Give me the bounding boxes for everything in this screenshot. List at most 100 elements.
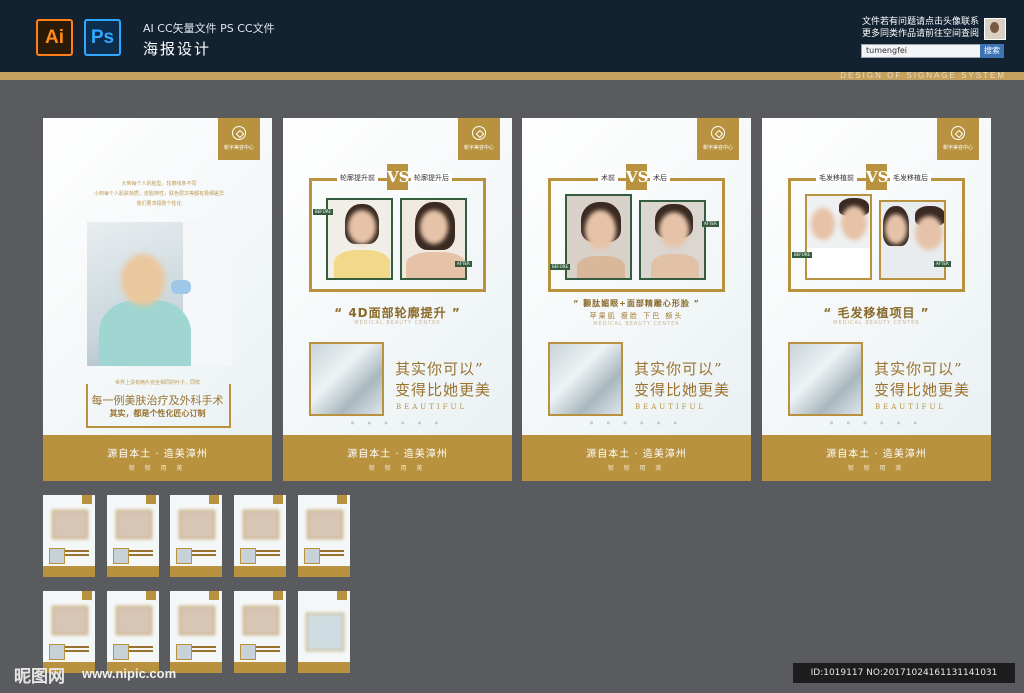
center-logo-icon <box>472 126 486 140</box>
slogan-line-1: 其实你可以” <box>634 360 723 378</box>
badge-text: 新宇美容中心 <box>463 145 494 151</box>
poster-3: 新宇美容中心 术前 VS 术后 BEFORE AFTER “ 颧肽媚眼+面部精雕… <box>522 118 751 481</box>
dot-row: ● ● ● ● ● ● <box>829 420 924 425</box>
image-id-box: ID:1019117 NO:20171024161131141031 <box>793 663 1015 683</box>
contact-info: 文件若有问题请点击头像联系 更多同类作品请前往空间查阅 <box>862 16 979 40</box>
patient-blurred-face <box>121 254 165 306</box>
poster-footer: 源自本土 · 造美漳州 韧 韧 用 美 <box>762 435 991 481</box>
before-label: 轮廓提升前 <box>337 173 378 183</box>
patient-body <box>99 300 191 366</box>
neck-shape <box>577 256 625 278</box>
doctor-glove <box>171 280 191 294</box>
mirror-graphic <box>309 342 384 416</box>
center-english-name: MEDICAL BEAUTY CENTER <box>354 320 441 326</box>
before-label: 毛发移植前 <box>816 173 857 183</box>
footer-slogan: 源自本土 · 造美漳州 <box>107 449 208 460</box>
footer-slogan: 源自本土 · 造美漳州 <box>586 449 687 460</box>
poster-2: 新宇美容中心 轮廓提升前 VS 轮廓提升后 BEFORE AFTER “ 4D面… <box>283 118 512 481</box>
slogan-line-2: 变得比她更美 <box>395 381 492 399</box>
before-tag: BEFORE <box>313 209 334 215</box>
nipic-logo: 昵图网 <box>14 667 65 687</box>
blurred-face-right <box>915 216 943 250</box>
beautiful-word: BEAUTIFUL <box>635 403 707 411</box>
poster-thumbnail[interactable] <box>107 495 159 577</box>
photoshop-icon: Ps <box>84 19 121 56</box>
center-english-name: MEDICAL BEAUTY CENTER <box>593 321 680 327</box>
poster-thumbnail[interactable] <box>107 591 159 673</box>
search-input[interactable]: tumengfei <box>861 44 983 58</box>
treatment-photo <box>87 222 232 366</box>
beautiful-word: BEAUTIFUL <box>396 403 468 411</box>
design-banner-text: DESIGN OF SIGNAGE SYSTEM <box>840 71 1006 80</box>
project-title: “ 毛发移植项目 ” <box>823 306 930 320</box>
poster-1: 新宇美容中心 大到每个人的脸型，轮廓线条不同 小到每个人肌肤特质，皮脂特性，肤色… <box>43 118 272 481</box>
search-button[interactable]: 搜索 <box>980 44 1004 58</box>
after-tag: AFTER <box>934 261 951 267</box>
poster-thumbnail[interactable] <box>170 591 222 673</box>
poster-thumbnail[interactable] <box>298 591 350 673</box>
center-badge: 新宇美容中心 <box>458 118 500 160</box>
poster-thumbnail[interactable] <box>234 591 286 673</box>
poster-thumbnail[interactable] <box>43 591 95 673</box>
poster-footer: 源自本土 · 造美漳州 韧 韧 用 美 <box>283 435 512 481</box>
poster-thumbnail[interactable] <box>170 495 222 577</box>
project-title: “ 颧肽媚眼+面部精雕心形脸 ” <box>573 299 700 308</box>
poster-thumbnail[interactable] <box>234 495 286 577</box>
center-badge: 新宇美容中心 <box>937 118 979 160</box>
blurred-face <box>659 212 689 248</box>
blurred-face-right <box>841 206 867 240</box>
blurred-face-left <box>811 208 835 240</box>
slogan-line-1: 其实你可以” <box>395 360 484 378</box>
shirt-shape <box>334 250 390 278</box>
after-photo <box>400 198 467 280</box>
blurred-face-left <box>885 214 907 244</box>
poster-footer: 源自本土 · 造美漳州 韧 韧 用 美 <box>522 435 751 481</box>
footer-subtext: 韧 韧 用 美 <box>607 465 666 472</box>
headline-line-2: 其实，都是个性化匠心订制 <box>109 409 206 418</box>
center-logo-icon <box>232 126 246 140</box>
after-tag: AFTER <box>455 261 472 267</box>
slogan-line-2: 变得比她更美 <box>874 381 971 399</box>
beautiful-word: BEAUTIFUL <box>875 403 947 411</box>
dot-row: ● ● ● ● ● ● <box>350 420 445 425</box>
blurred-face <box>348 210 376 244</box>
headline-line-1: 每一例美肤治疗及外科手术 <box>91 394 224 407</box>
nipic-url: www.nipic.com <box>82 666 177 681</box>
after-label: 毛发移植后 <box>890 173 931 183</box>
intro-line-1: 大到每个人的脸型，轮廓线条不同 <box>121 181 197 187</box>
poster-thumbnail[interactable] <box>43 495 95 577</box>
slogan-line-2: 变得比她更美 <box>634 381 731 399</box>
avatar[interactable] <box>984 18 1006 40</box>
dot-row: ● ● ● ● ● ● <box>589 420 684 425</box>
after-photo <box>639 200 706 280</box>
intro-line-3: 我们要求极致个性化 <box>136 201 182 207</box>
page-title: 海报设计 <box>143 40 212 58</box>
poster-thumbnail[interactable] <box>298 495 350 577</box>
neck-shape <box>651 254 699 278</box>
vs-badge: VS <box>866 164 888 190</box>
project-title: “ 4D面部轮廓提升 ” <box>334 306 461 320</box>
mirror-graphic <box>548 342 623 416</box>
contact-line-1: 文件若有问题请点击头像联系 <box>862 17 980 27</box>
footer-subtext: 韧 韧 用 美 <box>368 465 427 472</box>
blurred-face <box>420 210 448 244</box>
after-tag: AFTER <box>702 221 719 227</box>
blurred-face <box>585 210 616 250</box>
after-label: 轮廓提升后 <box>411 173 452 183</box>
footer-subtext: 韧 韧 用 美 <box>128 465 187 472</box>
after-photo <box>879 200 946 280</box>
file-types-label: AI CC矢量文件 PS CC文件 <box>143 22 275 35</box>
treatment-list: 苹果肌 瘦脸 下巴 额头 <box>589 312 684 320</box>
contact-line-2: 更多同类作品请前往空间查阅 <box>862 29 980 39</box>
badge-text: 新宇美容中心 <box>942 145 973 151</box>
before-photo <box>805 194 872 280</box>
small-note: 世界上没有两片完全相同的叶子，同样 <box>114 380 200 386</box>
mirror-graphic <box>788 342 863 416</box>
footer-slogan: 源自本土 · 造美漳州 <box>826 449 927 460</box>
shirt-shape <box>807 248 870 278</box>
before-photo <box>326 198 393 280</box>
before-photo <box>565 194 632 280</box>
slogan-line-1: 其实你可以” <box>874 360 963 378</box>
before-tag: BEFORE <box>792 252 813 258</box>
footer-slogan: 源自本土 · 造美漳州 <box>347 449 448 460</box>
